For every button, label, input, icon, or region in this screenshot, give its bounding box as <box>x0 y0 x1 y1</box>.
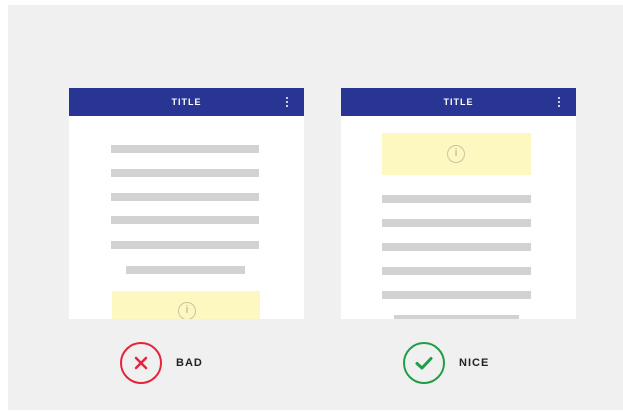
content-line <box>382 291 531 299</box>
bad-label: BAD <box>176 357 203 369</box>
comparison-canvas: TITLE i TITLE i BAD NICE <box>8 5 623 410</box>
overflow-menu-icon[interactable] <box>558 97 560 107</box>
content-line <box>394 315 519 319</box>
content-line <box>111 193 259 201</box>
content-line <box>126 266 245 274</box>
x-circle-icon <box>120 342 162 384</box>
info-icon: i <box>447 145 465 163</box>
nice-verdict: NICE <box>403 342 489 384</box>
nice-example-screen: TITLE i <box>341 88 576 319</box>
content-line <box>111 169 259 177</box>
nice-label: NICE <box>459 357 490 369</box>
info-notice: i <box>112 291 260 319</box>
bad-verdict: BAD <box>120 342 203 384</box>
app-bar: TITLE <box>341 88 576 116</box>
content-line <box>111 241 259 249</box>
info-notice: i <box>382 133 531 175</box>
bad-example-screen: TITLE i <box>69 88 304 319</box>
info-icon: i <box>178 302 196 319</box>
app-bar: TITLE <box>69 88 304 116</box>
content-line <box>382 267 531 275</box>
app-bar-title: TITLE <box>171 97 202 107</box>
content-line <box>111 216 259 224</box>
overflow-menu-icon[interactable] <box>286 97 288 107</box>
app-bar-title: TITLE <box>443 97 474 107</box>
content-line <box>382 195 531 203</box>
content-line <box>382 243 531 251</box>
check-circle-icon <box>403 342 445 384</box>
content-line <box>111 145 259 153</box>
content-line <box>382 219 531 227</box>
